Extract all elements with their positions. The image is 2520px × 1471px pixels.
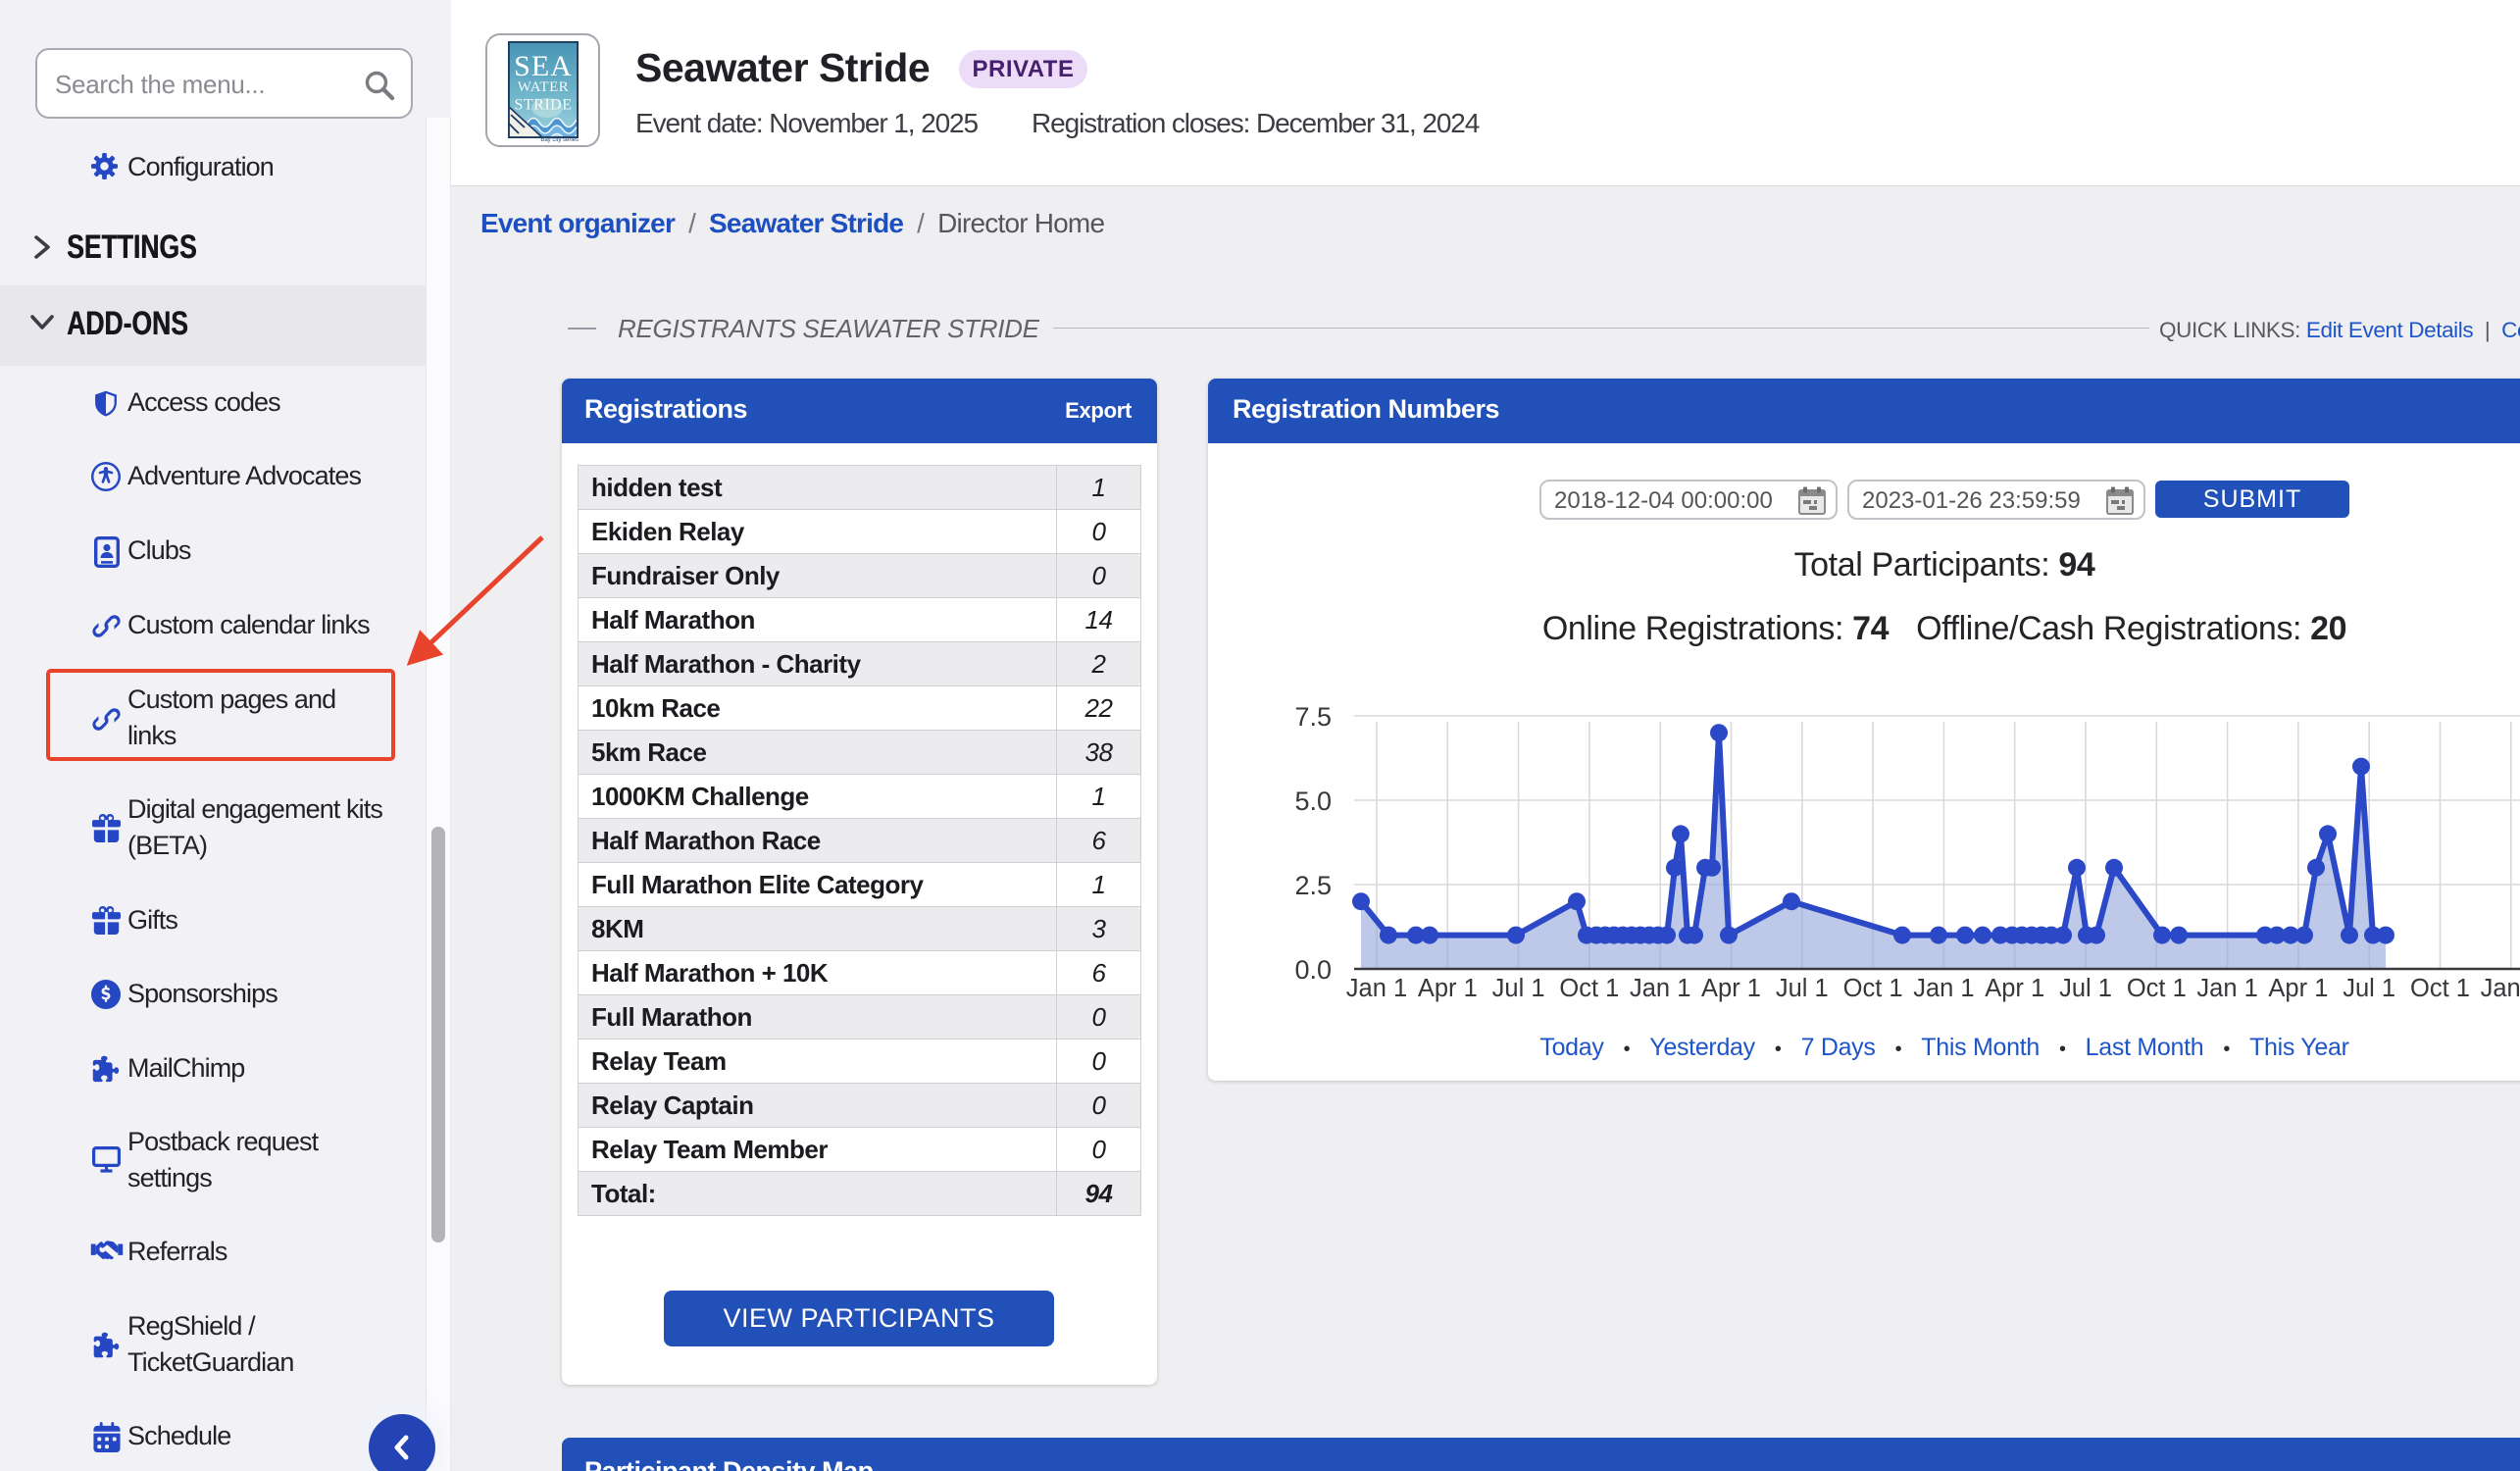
svg-text:Jan 1: Jan 1 xyxy=(1913,975,1974,1002)
svg-text:5.0: 5.0 xyxy=(1294,786,1332,816)
svg-text:SEA: SEA xyxy=(514,50,573,82)
svg-text:Apr 1: Apr 1 xyxy=(1701,975,1761,1002)
svg-text:Jul 1: Jul 1 xyxy=(2059,975,2112,1002)
svg-text:Jul 1: Jul 1 xyxy=(1776,975,1829,1002)
svg-text:Oct 1: Oct 1 xyxy=(1559,975,1619,1002)
svg-text:Jul 1: Jul 1 xyxy=(1492,975,1545,1002)
svg-text:7.5: 7.5 xyxy=(1294,702,1332,732)
svg-text:Jul 1: Jul 1 xyxy=(2343,975,2395,1002)
svg-text:Jan 1: Jan 1 xyxy=(2196,975,2257,1002)
svg-text:Apr 1: Apr 1 xyxy=(1418,975,1478,1002)
svg-text:Apr 1: Apr 1 xyxy=(2268,975,2328,1002)
svg-text:WATER: WATER xyxy=(518,79,570,95)
svg-text:Jan 1: Jan 1 xyxy=(1346,975,1407,1002)
svg-text:Oct 1: Oct 1 xyxy=(2410,975,2470,1002)
svg-text:Apr 1: Apr 1 xyxy=(1985,975,2044,1002)
svg-text:0.0: 0.0 xyxy=(1294,955,1332,985)
svg-text:Oct 1: Oct 1 xyxy=(1843,975,1903,1002)
svg-text:2.5: 2.5 xyxy=(1294,871,1332,900)
svg-text:Jan 1: Jan 1 xyxy=(2481,975,2520,1002)
svg-text:Oct 1: Oct 1 xyxy=(2127,975,2187,1002)
svg-text:Jan 1: Jan 1 xyxy=(1630,975,1690,1002)
svg-text:STRIDE: STRIDE xyxy=(515,97,573,114)
